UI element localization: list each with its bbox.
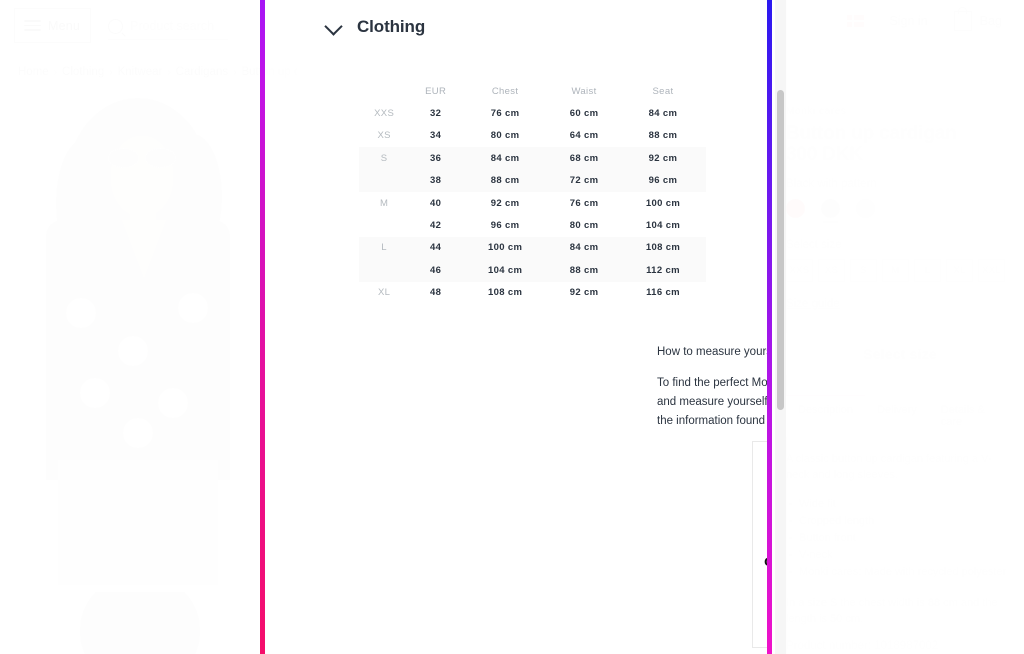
table-cell-chest: 84 cm: [490, 152, 520, 164]
table-cell-seat: 108 cm: [645, 242, 681, 254]
size-chart-table: EUR Chest Waist Seat XXS 32 76 cm 60 cm 84 cm XS…: [359, 80, 706, 304]
table-cell-chest: 92 cm: [490, 197, 520, 209]
table-header-row: EUR Chest Waist Seat: [359, 80, 706, 102]
table-cell-seat: 100 cm: [645, 197, 681, 209]
table-cell-eur: 38: [430, 175, 442, 187]
gradient-rail-right: [767, 0, 772, 654]
table-cell-size: M: [379, 197, 389, 209]
table-column-header: Waist: [571, 85, 597, 97]
table-column-header: Seat: [652, 85, 674, 97]
table-cell-seat: 88 cm: [648, 130, 678, 142]
table-cell-eur: 34: [430, 130, 442, 142]
table-cell-eur: 36: [430, 152, 442, 164]
table-cell-seat: 112 cm: [646, 264, 680, 276]
table-column-header: Chest: [491, 85, 519, 97]
table-cell-waist: 60 cm: [569, 108, 599, 120]
table-cell-eur: 42: [430, 220, 442, 232]
overlay-dim-left: [0, 0, 262, 654]
table-cell-waist: 72 cm: [569, 175, 599, 187]
table-cell-chest: 80 cm: [490, 130, 520, 142]
how-to-measure-heading: How to measure yourself:: [657, 346, 769, 358]
table-cell-waist: 84 cm: [569, 242, 599, 254]
table-cell-chest: 108 cm: [487, 287, 523, 299]
modal-header: Clothing: [297, 0, 769, 56]
table-cell-size: XXS: [374, 108, 395, 120]
table-cell-waist: 64 cm: [569, 130, 599, 142]
table-cell-size: XS: [377, 130, 391, 142]
overlay-dim-right: [769, 0, 1024, 654]
table-cell-waist: 76 cm: [569, 197, 599, 209]
table-cell-waist: 80 cm: [569, 220, 599, 232]
table-cell-eur: 40: [430, 197, 442, 209]
table-cell-chest: 76 cm: [490, 108, 520, 120]
table-column-header: EUR: [425, 85, 447, 97]
overlay-dim-gap: [262, 0, 297, 654]
scrollbar-thumb[interactable]: [777, 90, 784, 410]
table-cell-size: S: [380, 152, 388, 164]
table-row: L 44 100 cm 84 cm 108 cm: [359, 236, 706, 260]
table-column-header: [359, 80, 409, 102]
table-cell-chest: 96 cm: [490, 220, 520, 232]
table-cell-eur: 48: [430, 287, 442, 299]
table-cell-size: [359, 259, 409, 281]
chevron-down-icon[interactable]: [324, 17, 343, 36]
how-to-measure-section: How to measure yourself: To find the per…: [657, 344, 769, 430]
table-cell-size: L: [381, 242, 387, 254]
table-row: 38 88 cm 72 cm 96 cm: [359, 169, 706, 192]
table-row: S 36 84 cm 68 cm 92 cm: [359, 147, 706, 170]
table-cell-size: [359, 170, 409, 192]
table-cell-eur: 44: [430, 242, 442, 254]
table-cell-seat: 104 cm: [645, 220, 681, 232]
table-row: 42 96 cm 80 cm 104 cm: [359, 214, 706, 236]
table-cell-waist: 92 cm: [569, 287, 599, 299]
table-cell-chest: 88 cm: [490, 175, 520, 187]
table-cell-seat: 92 cm: [648, 152, 678, 164]
table-row: XL 48 108 cm 92 cm 116 cm: [359, 282, 706, 304]
table-cell-seat: 96 cm: [648, 175, 678, 187]
table-cell-chest: 100 cm: [487, 242, 523, 254]
table-row: M 40 92 cm 76 cm 100 cm: [359, 192, 706, 214]
gradient-rail-left: [260, 0, 265, 654]
table-cell-waist: 68 cm: [569, 152, 599, 164]
table-cell-chest: 104 cm: [487, 264, 523, 276]
modal-title: Clothing: [357, 17, 426, 36]
table-cell-seat: 116 cm: [646, 287, 680, 299]
table-row: XXS 32 76 cm 60 cm 84 cm: [359, 102, 706, 124]
table-cell-size: [359, 214, 409, 236]
table-cell-eur: 32: [430, 108, 442, 120]
how-to-measure-body: To find the perfect Monki fit, simply pu…: [657, 377, 769, 427]
table-row: XS 34 80 cm 64 cm 88 cm: [359, 125, 706, 147]
table-cell-size: XL: [377, 287, 391, 299]
table-row: 46 104 cm 88 cm 112 cm: [359, 259, 706, 282]
size-guide-modal: Clothing EUR Chest Waist Seat XXS 32 76 cm 60 …: [297, 0, 769, 654]
table-cell-seat: 84 cm: [648, 108, 678, 120]
table-cell-waist: 88 cm: [569, 264, 599, 276]
table-cell-eur: 46: [430, 264, 442, 276]
